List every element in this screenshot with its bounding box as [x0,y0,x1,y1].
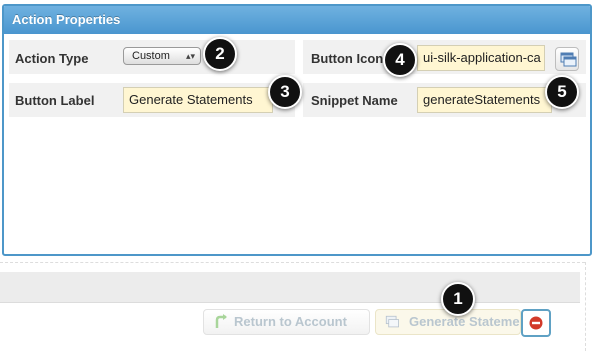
callout-badge-5: 5 [545,75,579,109]
return-to-account-button[interactable]: Return to Account [203,309,370,335]
snippet-name-input[interactable]: generateStatements [417,87,552,113]
updown-arrows-icon: ▴▾ [185,51,195,61]
return-to-account-label: Return to Account [234,314,347,329]
application-windows-icon [385,315,399,328]
cancel-button[interactable] [521,309,551,337]
button-label-input[interactable]: Generate Statements [123,87,273,113]
button-label-label: Button Label [15,93,95,108]
divider-vertical [585,262,586,351]
callout-badge-2: 2 [203,37,237,71]
application-windows-icon [560,52,577,67]
button-icon-input[interactable]: ui-silk-application-ca [417,45,545,71]
snippet-name-label: Snippet Name [311,93,398,108]
callout-badge-3: 3 [268,75,302,109]
icon-picker-button[interactable] [555,47,579,71]
action-type-label: Action Type [15,51,89,66]
callout-badge-4: 4 [383,43,417,77]
divider [0,262,585,263]
toolbar-strip [0,272,580,303]
button-icon-label: Button Icon [311,51,384,66]
panel-title: Action Properties [4,6,590,34]
generate-statements-label: Generate Stateme [409,314,520,329]
return-arrow-icon [215,314,227,328]
callout-badge-1: 1 [441,282,475,316]
action-type-value: Custom [132,50,170,62]
action-type-select[interactable]: Custom ▴▾ [123,47,201,65]
minus-circle-icon [529,316,543,330]
